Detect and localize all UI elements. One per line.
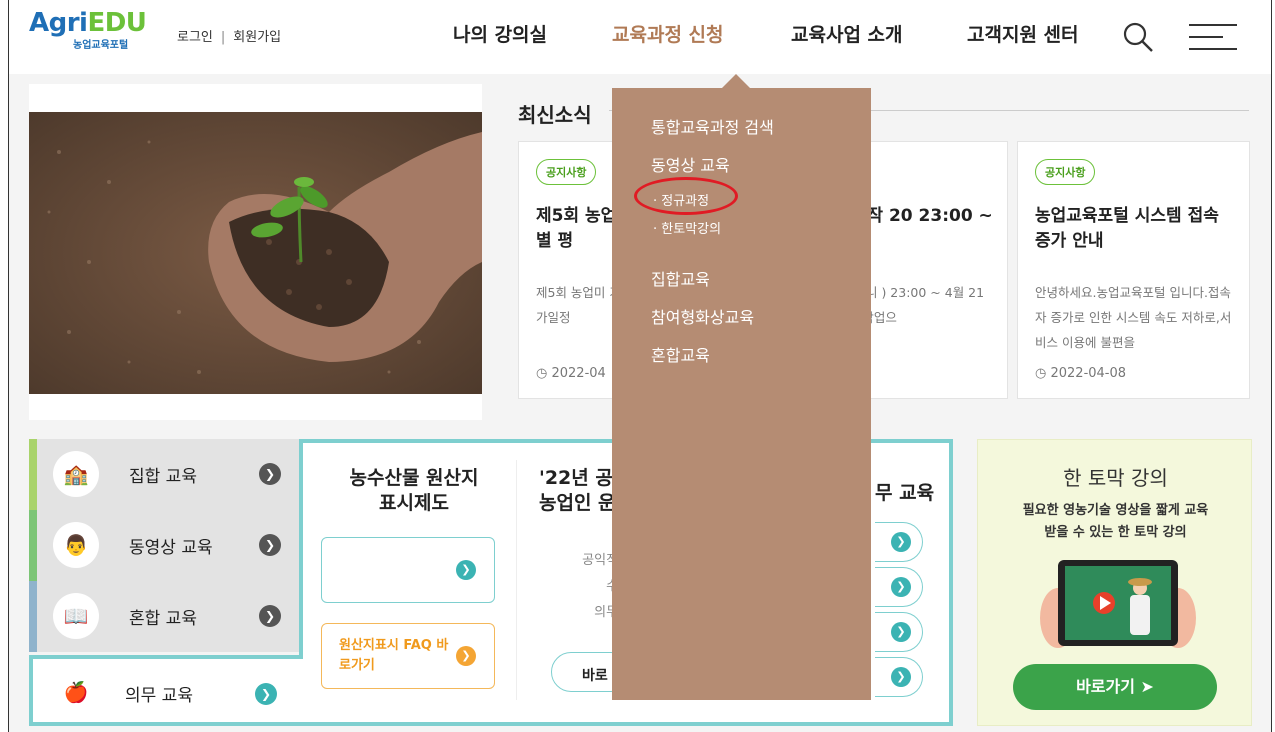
browser-frame: AgriEDU 농업교육포털 로그인 | 회원가입 나의 강의실 교육과정 신청 교…	[8, 0, 1272, 732]
side-menu-label: 의무 교육	[125, 686, 193, 706]
mandatory-link-1[interactable]: ❯	[875, 522, 923, 562]
nav-program-intro[interactable]: 교육사업 소개	[791, 20, 903, 47]
hands-seedling-image	[29, 112, 482, 394]
dropdown-item-video-education[interactable]: 동영상 교육	[651, 152, 730, 176]
news-card-date: ◷ 2022-04	[536, 366, 606, 381]
dropdown-item-blended-education[interactable]: 혼합교육	[651, 342, 710, 366]
faq-label: 원산지표시 FAQ 바로가기	[339, 638, 449, 673]
origin-faq-button[interactable]: 원산지표시 FAQ 바로가기 ❯	[321, 623, 495, 689]
news-card-title: 농업교육포털 시스템 접속 증가 안내	[1035, 206, 1219, 251]
school-icon: 🏫	[53, 451, 99, 497]
nav-course-apply[interactable]: 교육과정 신청	[612, 20, 724, 47]
course-apply-dropdown: 통합교육과정 검색 동영상 교육 · 정규과정 · 한토막강의 집합교육 참여형…	[612, 74, 871, 700]
lecturer-icon: 👨	[53, 522, 99, 568]
arrow-right-icon: ❯	[456, 646, 476, 666]
dropdown-item-integrated-search[interactable]: 통합교육과정 검색	[651, 114, 774, 138]
origin-labeling-link[interactable]: ❯	[321, 537, 495, 603]
tablet-lecture-illustration	[1038, 548, 1198, 658]
news-card-3[interactable]: 공지사항 농업교육포털 시스템 접속 증가 안내 안녕하세요.농업교육포털 입니…	[1017, 141, 1250, 399]
login-link[interactable]: 로그인	[177, 30, 213, 45]
promo-title: 한 토막 강의	[1063, 466, 1168, 490]
nav-my-classroom[interactable]: 나의 강의실	[453, 20, 547, 47]
news-section-title: 최신소식	[518, 103, 592, 127]
clock-icon: ◷	[536, 366, 552, 381]
origin-labeling-title: 농수산물 원산지 표시제도	[349, 467, 479, 514]
side-menu-label: 혼합 교육	[129, 609, 197, 629]
dropdown-subitem-short-lecture[interactable]: · 한토막강의	[653, 218, 721, 237]
arrow-right-icon: ❯	[891, 577, 911, 597]
arrow-right-icon: ❯	[891, 622, 911, 642]
farmer-course-title: '22년 공 농업인 운	[539, 467, 616, 514]
side-menu-label: 동영상 교육	[129, 538, 213, 558]
nav-support-center[interactable]: 고객지원 센터	[967, 20, 1079, 47]
arrow-right-icon: ❯	[259, 534, 281, 556]
apple-books-icon: 🍎	[63, 680, 89, 704]
hero-banner[interactable]	[29, 84, 482, 420]
dropdown-item-group-education[interactable]: 집합교육	[651, 266, 710, 290]
arrow-right-icon: ❯	[891, 667, 911, 687]
notice-badge: 공지사항	[1035, 159, 1096, 185]
highlight-annotation-circle	[634, 177, 738, 215]
dropdown-pointer	[722, 74, 750, 88]
side-menu-mandatory-education[interactable]: 🍎 의무 교육 ❯	[29, 655, 303, 726]
mandatory-link-3[interactable]: ❯	[875, 612, 923, 652]
mandatory-link-4[interactable]: ❯	[875, 657, 923, 697]
hamburger-menu-icon[interactable]	[1189, 24, 1237, 52]
signup-link[interactable]: 회원가입	[233, 30, 281, 45]
auth-separator: |	[220, 30, 226, 45]
book-icon: 📖	[53, 593, 99, 639]
clock-icon: ◷	[1035, 366, 1051, 381]
mandatory-link-2[interactable]: ❯	[875, 567, 923, 607]
side-menu-video-education[interactable]: 👨 동영상 교육 ❯	[29, 510, 299, 581]
short-lecture-button[interactable]: 바로가기 ➤	[1013, 664, 1217, 710]
arrow-right-icon: ❯	[259, 463, 281, 485]
arrow-right-icon: ❯	[891, 532, 911, 552]
mandatory-course-title: 무 교육	[875, 482, 935, 504]
column-divider	[516, 460, 517, 700]
notice-badge: 공지사항	[536, 159, 597, 185]
side-menu-blended-education[interactable]: 📖 혼합 교육 ❯	[29, 581, 299, 652]
side-menu-label: 집합 교육	[129, 467, 197, 487]
arrow-right-icon: ➤	[1140, 677, 1154, 696]
search-icon[interactable]	[1121, 20, 1155, 54]
promo-description: 필요한 영농기술 영상을 짧게 교육 받을 수 있는 한 토막 강의	[1022, 503, 1209, 540]
news-card-date: ◷ 2022-04-08	[1035, 366, 1127, 381]
logo-agri: Agri	[29, 8, 88, 38]
arrow-right-icon: ❯	[456, 560, 476, 580]
site-logo[interactable]: AgriEDU 농업교육포털	[29, 8, 147, 51]
side-menu-group-education[interactable]: 🏫 집합 교육 ❯	[29, 439, 299, 510]
short-lecture-promo: 한 토막 강의 필요한 영농기술 영상을 짧게 교육 받을 수 있는 한 토막 …	[977, 439, 1252, 726]
auth-links: 로그인 | 회원가입	[177, 26, 281, 45]
site-header: AgriEDU 농업교육포털 로그인 | 회원가입 나의 강의실 교육과정 신청 교…	[9, 0, 1271, 74]
news-card-body: 안녕하세요.농업교육포털 입니다.접속자 증가로 인한 시스템 속도 저하로,서…	[1035, 285, 1232, 350]
dropdown-item-video-conference[interactable]: 참여형화상교육	[651, 304, 754, 328]
arrow-right-icon: ❯	[259, 605, 281, 627]
arrow-right-icon: ❯	[255, 683, 277, 705]
logo-edu: EDU	[87, 8, 147, 38]
logo-subtitle: 농업교육포털	[73, 40, 129, 51]
